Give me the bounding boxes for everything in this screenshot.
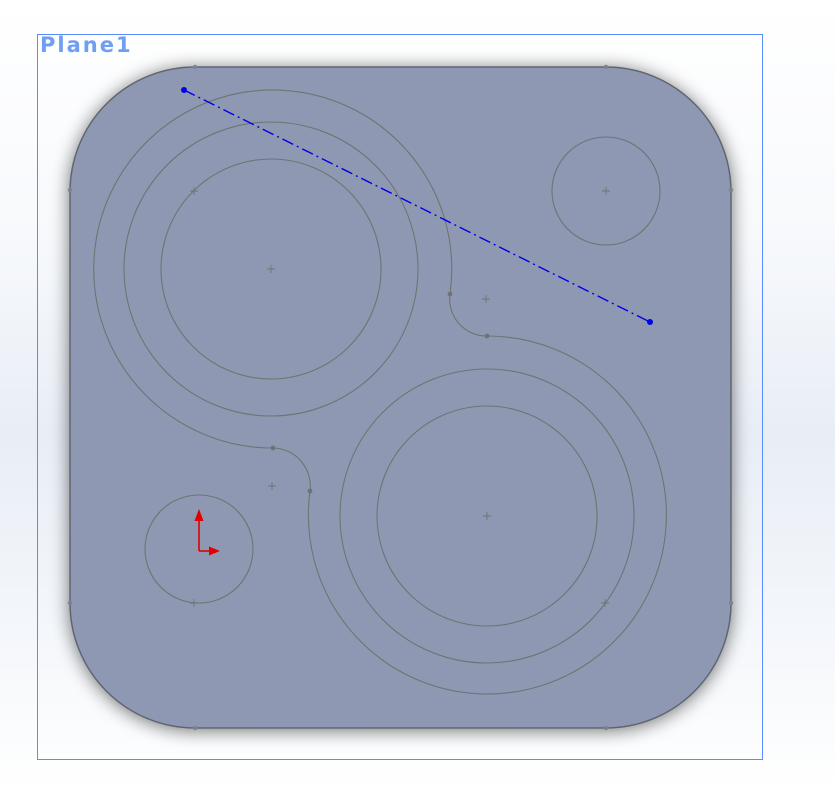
plane-frame[interactable] <box>37 34 763 760</box>
plane-label: Plane1 <box>40 33 133 57</box>
graphics-viewport[interactable]: Plane1 <box>0 0 835 789</box>
